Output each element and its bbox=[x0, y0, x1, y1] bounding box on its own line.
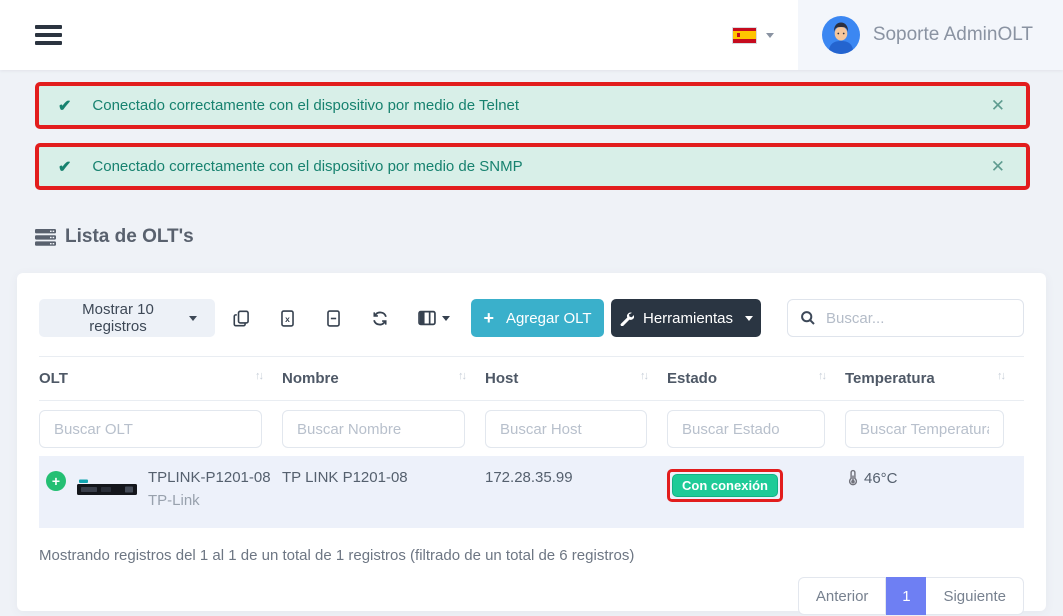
column-header-estado[interactable]: Estado ↑↓ bbox=[667, 357, 845, 401]
svg-text:x: x bbox=[285, 314, 290, 324]
status-badge: Con conexión bbox=[672, 474, 778, 497]
add-olt-button[interactable]: + Agregar OLT bbox=[471, 299, 604, 337]
header-row: OLT ↑↓ Nombre ↑↓ Host ↑↓ Estado ↑↓ Temperatu… bbox=[39, 357, 1024, 401]
close-icon[interactable]: ✕ bbox=[989, 157, 1007, 177]
avatar bbox=[822, 16, 860, 54]
page-length-label: Mostrar 10 registros bbox=[57, 301, 179, 335]
olt-name: TPLINK-P1201-08 bbox=[148, 469, 271, 486]
caret-down-icon bbox=[745, 316, 753, 321]
alert-message: Conectado correctamente con el dispositi… bbox=[92, 158, 988, 175]
filter-host-input[interactable] bbox=[485, 410, 647, 448]
wrench-icon bbox=[619, 311, 634, 326]
column-label: Estado bbox=[667, 370, 717, 387]
column-visibility-icon[interactable] bbox=[410, 304, 458, 332]
filter-nombre-input[interactable] bbox=[282, 410, 465, 448]
column-header-olt[interactable]: OLT ↑↓ bbox=[39, 357, 282, 401]
olt-device-image bbox=[77, 478, 137, 500]
olt-table-card: Mostrar 10 registros x bbox=[17, 273, 1046, 611]
export-buttons: x bbox=[225, 304, 458, 333]
excel-export-icon[interactable]: x bbox=[271, 304, 304, 333]
plus-icon: + bbox=[483, 309, 494, 327]
check-icon: ✔ bbox=[58, 96, 71, 116]
add-olt-label: Agregar OLT bbox=[506, 310, 592, 327]
cell-nombre: TP LINK P1201-08 bbox=[282, 456, 485, 528]
olt-table: OLT ↑↓ Nombre ↑↓ Host ↑↓ Estado ↑↓ Temperatu… bbox=[39, 356, 1024, 528]
cell-host: 172.28.35.99 bbox=[485, 456, 667, 528]
filter-temperatura-input[interactable] bbox=[845, 410, 1004, 448]
spain-flag-icon bbox=[732, 27, 757, 44]
column-label: Temperatura bbox=[845, 370, 935, 387]
thermometer-icon bbox=[845, 469, 861, 487]
table-search bbox=[787, 299, 1024, 337]
annotation-box: Con conexión bbox=[667, 469, 783, 502]
sort-icon: ↑↓ bbox=[255, 370, 262, 382]
column-header-temperatura[interactable]: Temperatura ↑↓ bbox=[845, 357, 1024, 401]
column-label: Host bbox=[485, 370, 518, 387]
filter-estado-input[interactable] bbox=[667, 410, 825, 448]
user-name: Soporte AdminOLT bbox=[873, 24, 1033, 46]
alert-message: Conectado correctamente con el dispositi… bbox=[92, 97, 988, 114]
page-title-text: Lista de OLT's bbox=[65, 226, 194, 248]
filter-olt-input[interactable] bbox=[39, 410, 262, 448]
copy-icon[interactable] bbox=[225, 304, 258, 333]
column-header-nombre[interactable]: Nombre ↑↓ bbox=[282, 357, 485, 401]
hamburger-menu-icon[interactable] bbox=[35, 25, 62, 45]
table-toolbar: Mostrar 10 registros x bbox=[39, 299, 1024, 337]
column-label: Nombre bbox=[282, 370, 339, 387]
search-icon bbox=[800, 310, 816, 326]
alerts-area: ✔ Conectado correctamente con el disposi… bbox=[35, 82, 1030, 190]
cell-temperatura: 46°C bbox=[864, 470, 898, 487]
sort-icon: ↑↓ bbox=[997, 370, 1004, 382]
file-export-icon[interactable] bbox=[317, 304, 350, 333]
sort-icon: ↑↓ bbox=[458, 370, 465, 382]
pagination: Anterior 1 Siguiente bbox=[39, 577, 1024, 615]
search-input[interactable] bbox=[826, 310, 1025, 327]
language-dropdown[interactable] bbox=[732, 27, 774, 44]
alert-telnet-success: ✔ Conectado correctamente con el disposi… bbox=[35, 82, 1030, 129]
pagination-next-button[interactable]: Siguiente bbox=[926, 577, 1024, 615]
check-icon: ✔ bbox=[58, 157, 71, 177]
tools-label: Herramientas bbox=[643, 310, 733, 327]
table-row: + TPLINK-P1201-08 bbox=[39, 456, 1024, 528]
close-icon[interactable]: ✕ bbox=[989, 96, 1007, 116]
column-label: OLT bbox=[39, 370, 68, 387]
caret-down-icon bbox=[442, 316, 450, 321]
alert-snmp-success: ✔ Conectado correctamente con el disposi… bbox=[35, 143, 1030, 190]
column-header-host[interactable]: Host ↑↓ bbox=[485, 357, 667, 401]
page-title: Lista de OLT's bbox=[35, 226, 1063, 248]
page-length-dropdown[interactable]: Mostrar 10 registros bbox=[39, 299, 215, 337]
expand-row-icon[interactable]: + bbox=[46, 471, 66, 491]
caret-down-icon bbox=[766, 33, 774, 38]
caret-down-icon bbox=[189, 316, 197, 321]
sort-icon: ↑↓ bbox=[818, 370, 825, 382]
tools-dropdown-button[interactable]: Herramientas bbox=[611, 299, 761, 337]
sort-icon: ↑↓ bbox=[640, 370, 647, 382]
filter-row bbox=[39, 401, 1024, 457]
olt-brand: TP-Link bbox=[148, 492, 271, 509]
table-info: Mostrando registros del 1 al 1 de un tot… bbox=[39, 547, 1024, 564]
pagination-page-1[interactable]: 1 bbox=[886, 577, 926, 615]
user-menu[interactable]: Soporte AdminOLT bbox=[798, 0, 1063, 70]
pagination-prev-button[interactable]: Anterior bbox=[798, 577, 887, 615]
top-navbar: Soporte AdminOLT bbox=[0, 0, 1063, 70]
server-icon bbox=[35, 229, 56, 246]
refresh-icon[interactable] bbox=[363, 304, 397, 333]
